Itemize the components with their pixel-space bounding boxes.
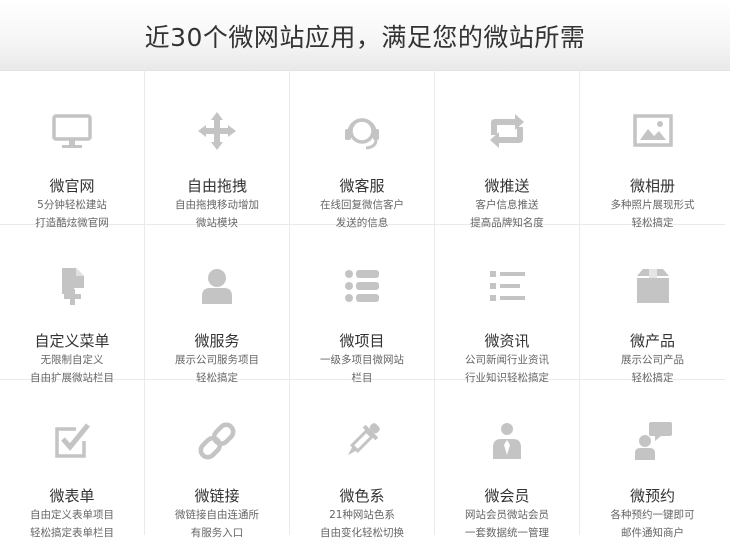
- feature-name: 自由拖拽: [186, 177, 247, 195]
- list-icon: [339, 263, 385, 309]
- feature-name: 微相册: [629, 177, 675, 195]
- feature-name: 微服务: [194, 332, 240, 350]
- feature-card-push[interactable]: 微推送 客户信息推送 提高品牌知名度: [435, 70, 580, 229]
- feature-card-member[interactable]: 微会员 网站会员微站会员 一套数据统一管理: [435, 380, 580, 539]
- feature-desc: 自由拖拽移动增加: [175, 199, 259, 211]
- feature-desc: 有服务入口: [190, 527, 244, 539]
- feature-desc: 展示公司产品: [621, 354, 684, 366]
- feature-card-link[interactable]: 微链接 微链接自由连通所 有服务入口: [145, 380, 290, 539]
- feature-name: 微产品: [629, 332, 675, 350]
- feature-name: 微推送: [484, 177, 530, 195]
- feature-desc: 21种网站色系: [329, 509, 395, 521]
- feature-desc: 微链接自由连通所: [175, 509, 259, 521]
- feature-desc: 无限制自定义: [40, 354, 104, 366]
- page-header: 近30个微网站应用，满足您的微站所需: [0, 0, 730, 71]
- feature-name: 自定义菜单: [34, 332, 110, 350]
- feature-grid: 微官网 5分钟轻松建站 打造酷炫微官网 自由拖拽 自由拖拽移动增加 微站模块 微…: [0, 70, 730, 555]
- feature-desc: 邮件通知商户: [621, 527, 684, 539]
- refresh-arrows-icon: [484, 108, 530, 154]
- feature-desc: 公司新闻行业资讯: [465, 354, 549, 366]
- feature-card-drag[interactable]: 自由拖拽 自由拖拽移动增加 微站模块: [145, 70, 290, 229]
- feature-desc: 客户信息推送: [475, 199, 539, 211]
- feature-card-weiguanwang[interactable]: 微官网 5分钟轻松建站 打造酷炫微官网: [0, 70, 145, 229]
- checkbox-icon: [49, 418, 95, 464]
- feature-card-product[interactable]: 微产品 展示公司产品 轻松搞定: [580, 225, 725, 384]
- feature-name: 微预约: [629, 487, 675, 505]
- feature-desc: 一级多项目微网站: [320, 354, 404, 366]
- feature-desc: 自由定义表单项目: [30, 509, 114, 521]
- feature-desc: 多种照片展现形式: [610, 199, 695, 211]
- feature-desc: 一套数据统一管理: [465, 527, 549, 539]
- member-icon: [484, 418, 530, 464]
- feature-desc: 5分钟轻松建站: [37, 199, 107, 211]
- image-icon: [630, 108, 676, 154]
- feature-name: 微项目: [339, 332, 385, 350]
- feature-name: 微链接: [194, 487, 240, 505]
- move-arrows-icon: [194, 108, 240, 154]
- chat-user-icon: [630, 418, 676, 464]
- feature-card-kefu[interactable]: 微客服 在线回复微信客户 发送的信息: [290, 70, 435, 229]
- feature-card-custom-menu[interactable]: 自定义菜单 无限制自定义 自由扩展微站栏目: [0, 225, 145, 384]
- feature-card-booking[interactable]: 微预约 各种预约一键即可 邮件通知商户: [580, 380, 725, 539]
- feature-name: 微客服: [339, 177, 385, 195]
- user-icon: [194, 263, 240, 309]
- feature-desc: 在线回复微信客户: [320, 199, 404, 211]
- feature-desc: 自由变化轻松切换: [320, 527, 404, 539]
- feature-card-album[interactable]: 微相册 多种照片展现形式 轻松搞定: [580, 70, 725, 229]
- feature-desc: 展示公司服务项目: [175, 354, 259, 366]
- feature-card-service[interactable]: 微服务 展示公司服务项目 轻松搞定: [145, 225, 290, 384]
- feature-name: 微色系: [339, 487, 385, 505]
- link-icon: [194, 418, 240, 464]
- feature-desc: 网站会员微站会员: [465, 509, 549, 521]
- feature-card-color[interactable]: 微色系 21种网站色系 自由变化轻松切换: [290, 380, 435, 539]
- feature-name: 微官网: [49, 177, 95, 195]
- feature-card-form[interactable]: 微表单 自由定义表单项目 轻松搞定表单栏目: [0, 380, 145, 539]
- feature-desc: 各种预约一键即可: [610, 509, 695, 521]
- feature-name: 微表单: [49, 487, 95, 505]
- eyedropper-icon: [339, 418, 385, 464]
- feature-card-project[interactable]: 微项目 一级多项目微网站 栏目: [290, 225, 435, 384]
- page-title: 近30个微网站应用，满足您的微站所需: [144, 23, 586, 52]
- feature-name: 微会员: [484, 487, 530, 505]
- monitor-icon: [49, 108, 95, 154]
- news-list-icon: [484, 263, 530, 309]
- feature-name: 微资讯: [484, 332, 530, 350]
- add-document-icon: [49, 263, 95, 309]
- feature-desc: 轻松搞定表单栏目: [30, 527, 114, 539]
- headset-icon: [339, 108, 385, 154]
- box-icon: [630, 263, 676, 309]
- feature-card-news[interactable]: 微资讯 公司新闻行业资讯 行业知识轻松搞定: [435, 225, 580, 384]
